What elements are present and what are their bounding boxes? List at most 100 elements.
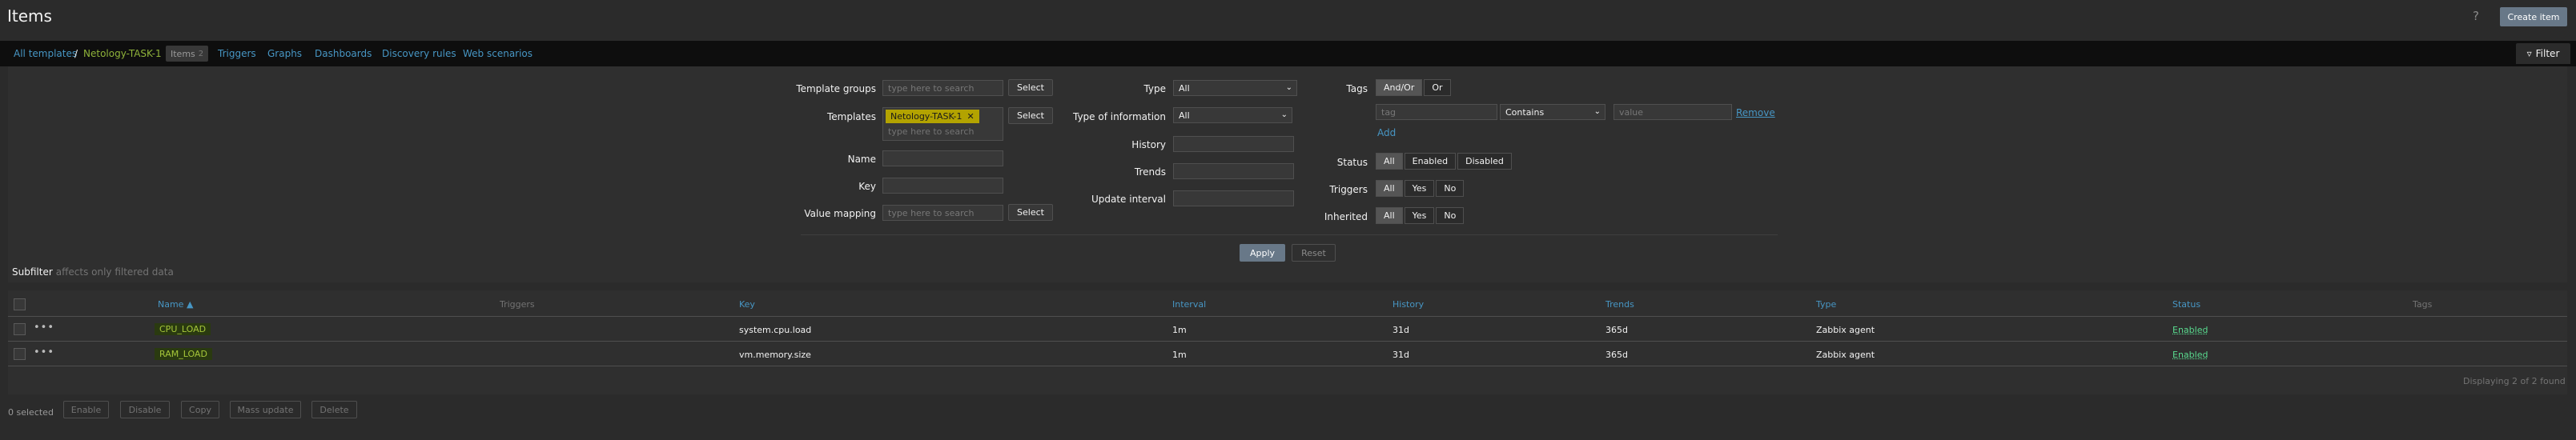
type-of-information-value: All	[1179, 110, 1190, 121]
breadcrumb-nav: All templates / Netology-TASK-1 Items 2 T…	[0, 41, 2576, 66]
tag-name-input[interactable]: tag	[1376, 104, 1497, 120]
inherited-toggle[interactable]: All Yes No	[1376, 207, 1465, 224]
delete-button[interactable]: Delete	[311, 401, 357, 418]
templates-label: Templates	[826, 111, 876, 122]
update-interval-input[interactable]	[1173, 190, 1294, 206]
inherited-label: Inherited	[1324, 211, 1368, 222]
templates-search-input[interactable]: type here to search	[888, 126, 974, 137]
trends-input[interactable]	[1173, 163, 1294, 179]
tags-label: Tags	[1346, 83, 1368, 94]
tab-web-scenarios[interactable]: Web scenarios	[463, 48, 532, 59]
col-header-trends[interactable]: Trends	[1605, 299, 1634, 310]
item-name-link[interactable]: CPU_LOAD	[155, 323, 211, 335]
type-of-information-select[interactable]: All ⌄	[1173, 107, 1292, 123]
help-icon[interactable]: ?	[2473, 9, 2479, 23]
triggers-label: Triggers	[1329, 184, 1368, 195]
type-select[interactable]: All ⌄	[1173, 80, 1297, 96]
history-input[interactable]	[1173, 136, 1294, 152]
create-item-button[interactable]: Create item	[2500, 7, 2567, 26]
item-history: 31d	[1392, 350, 1409, 360]
status-toggle[interactable]: All Enabled Disabled	[1376, 153, 1513, 170]
tab-items-label: Items	[171, 48, 195, 59]
status-all-option[interactable]: All	[1376, 153, 1403, 170]
item-status-link[interactable]: Enabled	[2172, 350, 2208, 360]
item-interval: 1m	[1172, 325, 1187, 335]
item-status-link[interactable]: Enabled	[2172, 325, 2208, 335]
name-input[interactable]	[882, 150, 1003, 166]
copy-button[interactable]: Copy	[181, 401, 219, 418]
col-header-history[interactable]: History	[1392, 299, 1424, 310]
tags-or-option[interactable]: Or	[1424, 79, 1451, 96]
reset-button[interactable]: Reset	[1292, 244, 1336, 262]
tab-items[interactable]: Items 2	[166, 46, 209, 62]
row-menu-icon[interactable]: •••	[34, 322, 54, 334]
tab-dashboards[interactable]: Dashboards	[315, 48, 372, 59]
name-label: Name	[847, 154, 876, 165]
subfilter-title: Subfilter	[12, 266, 53, 278]
item-key: system.cpu.load	[739, 325, 812, 335]
row-checkbox[interactable]	[14, 323, 26, 335]
triggers-yes-option[interactable]: Yes	[1404, 180, 1435, 197]
inherited-no-option[interactable]: No	[1436, 207, 1465, 224]
tags-evaltype-toggle[interactable]: And/Or Or	[1376, 79, 1453, 96]
row-menu-icon[interactable]: •••	[34, 346, 54, 358]
value-mapping-input[interactable]: type here to search	[882, 205, 1003, 221]
breadcrumb-separator: /	[74, 48, 78, 59]
header-divider	[8, 316, 2567, 317]
tag-add-link[interactable]: Add	[1377, 127, 1396, 138]
disable-button[interactable]: Disable	[120, 401, 170, 418]
apply-button[interactable]: Apply	[1240, 244, 1285, 262]
value-mapping-label: Value mapping	[804, 208, 876, 219]
item-key: vm.memory.size	[739, 350, 811, 360]
triggers-all-option[interactable]: All	[1376, 180, 1403, 197]
triggers-toggle[interactable]: All Yes No	[1376, 180, 1465, 197]
template-groups-label: Template groups	[796, 83, 876, 94]
col-header-triggers: Triggers	[500, 299, 535, 310]
col-header-interval[interactable]: Interval	[1172, 299, 1206, 310]
status-enabled-option[interactable]: Enabled	[1404, 153, 1457, 170]
inherited-all-option[interactable]: All	[1376, 207, 1403, 224]
key-label: Key	[858, 181, 876, 192]
item-name-link[interactable]: RAM_LOAD	[155, 348, 212, 360]
history-label: History	[1131, 139, 1166, 150]
template-groups-select-button[interactable]: Select	[1008, 79, 1053, 96]
subfilter-note: affects only filtered data	[55, 266, 174, 278]
tab-discovery-rules[interactable]: Discovery rules	[382, 48, 456, 59]
status-disabled-option[interactable]: Disabled	[1457, 153, 1512, 170]
enable-button[interactable]: Enable	[63, 401, 109, 418]
key-input[interactable]	[882, 178, 1003, 194]
tag-remove-link[interactable]: Remove	[1736, 107, 1775, 118]
status-label: Status	[1336, 157, 1368, 168]
templates-select-button[interactable]: Select	[1008, 107, 1053, 124]
tag-value-input[interactable]: value	[1614, 104, 1732, 120]
template-chip-label: Netology-TASK-1	[890, 111, 962, 122]
col-header-type[interactable]: Type	[1816, 299, 1836, 310]
chevron-down-icon: ⌄	[1285, 83, 1292, 92]
item-interval: 1m	[1172, 350, 1187, 360]
row-checkbox[interactable]	[14, 348, 26, 360]
col-header-name[interactable]: Name ▲	[158, 299, 193, 310]
type-of-information-label: Type of information	[1072, 111, 1166, 122]
col-header-key[interactable]: Key	[739, 299, 755, 310]
tab-triggers[interactable]: Triggers	[218, 48, 256, 59]
breadcrumb-template[interactable]: Netology-TASK-1	[83, 48, 162, 59]
tab-graphs[interactable]: Graphs	[267, 48, 302, 59]
tag-operator-select[interactable]: Contains ⌄	[1500, 104, 1605, 120]
template-groups-input[interactable]: type here to search	[882, 80, 1003, 96]
triggers-no-option[interactable]: No	[1436, 180, 1465, 197]
col-header-status[interactable]: Status	[2172, 299, 2200, 310]
select-all-checkbox[interactable]	[14, 298, 26, 310]
filter-tab[interactable]: ▿ Filter	[2516, 43, 2570, 64]
chip-remove-icon[interactable]: ✕	[967, 111, 974, 122]
selected-count: 0 selected	[8, 407, 54, 418]
update-interval-label: Update interval	[1091, 194, 1166, 205]
type-label: Type	[1143, 83, 1166, 94]
filter-tab-label: Filter	[2535, 48, 2560, 59]
value-mapping-select-button[interactable]: Select	[1008, 204, 1053, 221]
breadcrumb-all-templates[interactable]: All templates	[14, 48, 77, 59]
tags-andor-option[interactable]: And/Or	[1376, 79, 1423, 96]
inherited-yes-option[interactable]: Yes	[1404, 207, 1435, 224]
mass-update-button[interactable]: Mass update	[230, 401, 301, 418]
chevron-down-icon: ⌄	[1280, 110, 1288, 119]
paging-summary: Displaying 2 of 2 found	[2463, 376, 2566, 386]
